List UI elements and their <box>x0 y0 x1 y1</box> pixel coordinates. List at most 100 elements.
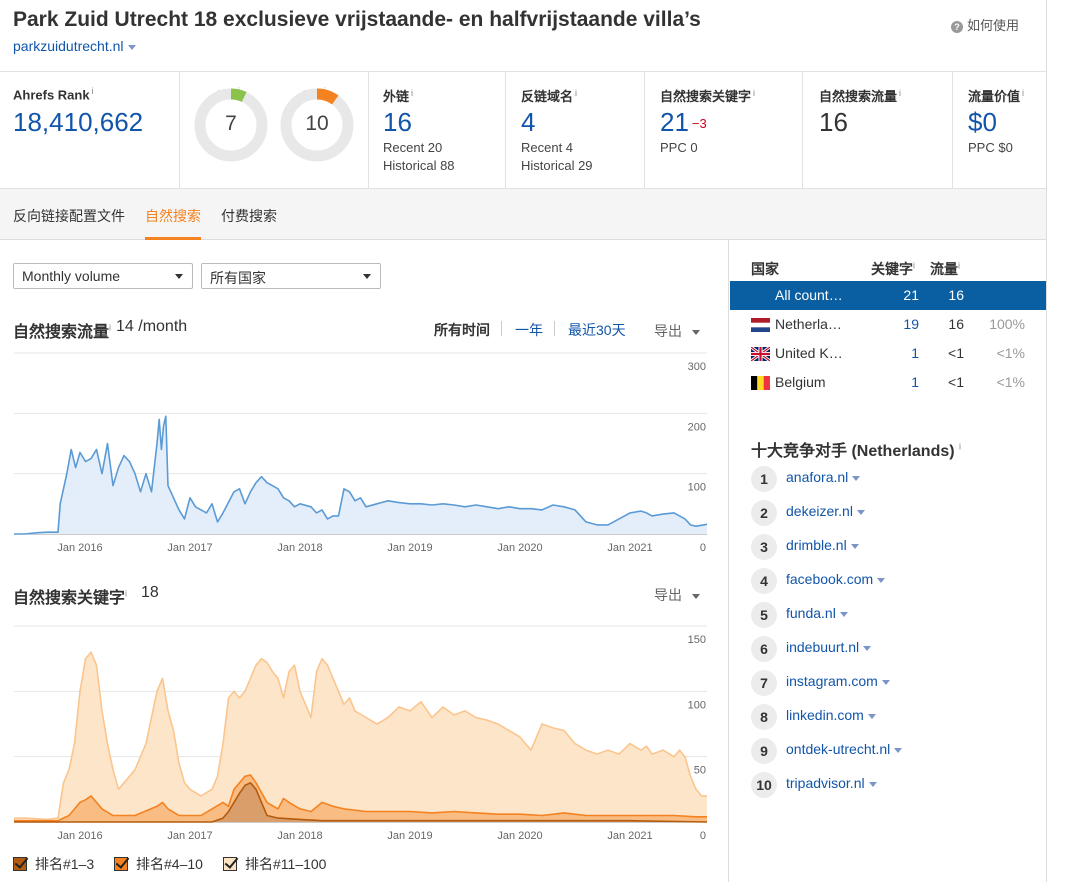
metric-value[interactable]: 16 <box>383 107 412 138</box>
charts-panel: Monthly volume 所有国家 自然搜索流量i 14 /month 所有… <box>0 240 729 882</box>
checkbox[interactable] <box>13 857 27 871</box>
info-icon[interactable]: i <box>899 88 901 98</box>
col-traffic: 流量i <box>930 260 960 277</box>
chevron-down-icon[interactable] <box>867 713 876 719</box>
competitor-link[interactable]: funda.nl <box>786 605 848 621</box>
keywords-export-button[interactable]: 导出 <box>654 585 700 605</box>
rank-badge: 3 <box>751 534 777 560</box>
metric-organic-keywords: 自然搜索关键字 i 21 −3 PPC 0 <box>645 72 803 188</box>
competitor-item: 6 indebuurt.nl <box>751 636 1031 662</box>
metric-value[interactable]: 18,410,662 <box>13 107 143 138</box>
rank-badge: 9 <box>751 738 777 764</box>
competitor-item: 8 linkedin.com <box>751 704 1031 730</box>
info-icon[interactable]: i <box>411 88 413 98</box>
country-row-belgium[interactable]: Belgium 1 <1 <1% <box>730 368 1046 397</box>
dr-value: 10 <box>305 112 328 135</box>
competitor-item: 3 drimble.nl <box>751 534 1031 560</box>
country-row-netherlands[interactable]: Netherla… 19 16 100% <box>730 310 1046 339</box>
y-tick-label: 150 <box>688 634 706 646</box>
chevron-down-icon[interactable] <box>839 611 848 617</box>
legend-rank-1-3[interactable]: 排名#1–3 <box>13 854 94 874</box>
ur-value: 7 <box>225 112 237 135</box>
competitor-link[interactable]: linkedin.com <box>786 707 876 723</box>
metric-value: 16 <box>819 107 848 137</box>
metric-traffic-value: 流量价值 i $0 PPC $0 <box>953 72 1046 188</box>
col-country: 国家 <box>751 261 779 277</box>
legend-rank-11-100[interactable]: 排名#11–100 <box>223 854 326 874</box>
chevron-down-icon[interactable] <box>692 329 700 335</box>
tab-paid-search[interactable]: 付费搜索 <box>221 206 277 226</box>
chevron-down-icon[interactable] <box>856 509 865 515</box>
metric-delta: −3 <box>691 116 707 131</box>
competitors-title: 十大竞争对手 (Netherlands) i <box>751 441 962 460</box>
range-last-30-days[interactable]: 最近30天 <box>568 320 626 340</box>
range-all-time[interactable]: 所有时间 <box>434 320 490 340</box>
metric-value[interactable]: $0 <box>968 107 997 138</box>
competitor-link[interactable]: tripadvisor.nl <box>786 775 877 791</box>
chevron-down-icon[interactable] <box>850 543 859 549</box>
info-icon[interactable]: i <box>575 88 577 98</box>
country-select[interactable]: 所有国家 <box>201 263 381 289</box>
checkbox[interactable] <box>114 857 128 871</box>
rank-badge: 8 <box>751 704 777 730</box>
metric-label: 自然搜索流量 i <box>819 87 902 104</box>
competitor-link[interactable]: drimble.nl <box>786 537 859 553</box>
domain-label[interactable]: parkzuidutrecht.nl <box>13 38 124 54</box>
chevron-down-icon[interactable] <box>877 577 886 583</box>
chevron-down-icon[interactable] <box>881 679 890 685</box>
chevron-down-icon[interactable] <box>692 593 700 599</box>
info-icon[interactable]: i <box>109 323 111 333</box>
metric-value[interactable]: 21 −3 <box>660 107 707 138</box>
info-icon[interactable]: i <box>125 589 127 599</box>
metric-label: 自然搜索关键字 i <box>660 87 756 104</box>
traffic-export-button[interactable]: 导出 <box>654 321 700 341</box>
united-kingdom-flag-icon <box>751 347 770 361</box>
info-icon[interactable]: i <box>958 260 960 270</box>
competitor-link[interactable]: ontdek-utrecht.nl <box>786 741 903 757</box>
chevron-down-icon[interactable] <box>868 781 877 787</box>
site-explorer-page: Park Zuid Utrecht 18 exclusieve vrijstaa… <box>0 0 1047 882</box>
info-icon[interactable]: i <box>753 88 755 98</box>
metric-historical[interactable]: Historical 29 <box>521 158 593 173</box>
competitor-link[interactable]: instagram.com <box>786 673 890 689</box>
tab-organic-search[interactable]: 自然搜索 <box>145 206 201 226</box>
chevron-down-icon[interactable] <box>863 645 872 651</box>
domain-dropdown[interactable]: parkzuidutrecht.nl <box>13 38 136 54</box>
tab-backlink-profile[interactable]: 反向链接配置文件 <box>13 206 125 226</box>
legend-rank-4-10[interactable]: 排名#4–10 <box>114 854 203 874</box>
info-icon[interactable]: i <box>92 86 94 96</box>
chevron-down-icon[interactable] <box>894 747 903 753</box>
info-icon[interactable]: i <box>959 442 961 452</box>
rank-badge: 2 <box>751 500 777 526</box>
chevron-down-icon[interactable] <box>852 475 861 481</box>
help-label[interactable]: 如何使用 <box>967 18 1019 33</box>
range-one-year[interactable]: 一年 <box>515 320 543 340</box>
belgium-flag-icon <box>751 376 770 390</box>
countries-panel: 国家 关键字i 流量i All count… 21 16 Netherla… 1… <box>730 240 1046 882</box>
chevron-down-icon[interactable] <box>127 44 136 50</box>
info-icon[interactable]: i <box>913 260 915 270</box>
competitor-item: 2 dekeizer.nl <box>751 500 1031 526</box>
info-icon[interactable]: i <box>1022 88 1024 98</box>
competitor-link[interactable]: dekeizer.nl <box>786 503 865 519</box>
divider <box>554 321 555 336</box>
metric-value[interactable]: 4 <box>521 107 535 138</box>
metric-historical[interactable]: Historical 88 <box>383 158 455 173</box>
metric-recent[interactable]: Recent 20 <box>383 140 442 155</box>
metric-label: 反链域名 i <box>521 87 578 104</box>
competitor-link[interactable]: facebook.com <box>786 571 886 587</box>
competitor-link[interactable]: anafora.nl <box>786 469 861 485</box>
dr-gauge: 10 <box>280 88 354 162</box>
checkbox[interactable] <box>223 857 237 871</box>
country-row-united-kingdom[interactable]: United K… 1 <1 <1% <box>730 339 1046 368</box>
question-icon: ? <box>951 21 963 33</box>
country-row-all[interactable]: All count… 21 16 <box>730 281 1046 310</box>
volume-select[interactable]: Monthly volume <box>13 263 193 289</box>
chevron-down-icon[interactable] <box>175 274 183 279</box>
competitor-link[interactable]: indebuurt.nl <box>786 639 872 655</box>
chevron-down-icon[interactable] <box>363 274 371 279</box>
rank-badge: 6 <box>751 636 777 662</box>
metric-recent[interactable]: Recent 4 <box>521 140 573 155</box>
help-link[interactable]: ? 如何使用 <box>951 15 1019 34</box>
x-tick-label: Jan 2019 <box>387 542 432 554</box>
